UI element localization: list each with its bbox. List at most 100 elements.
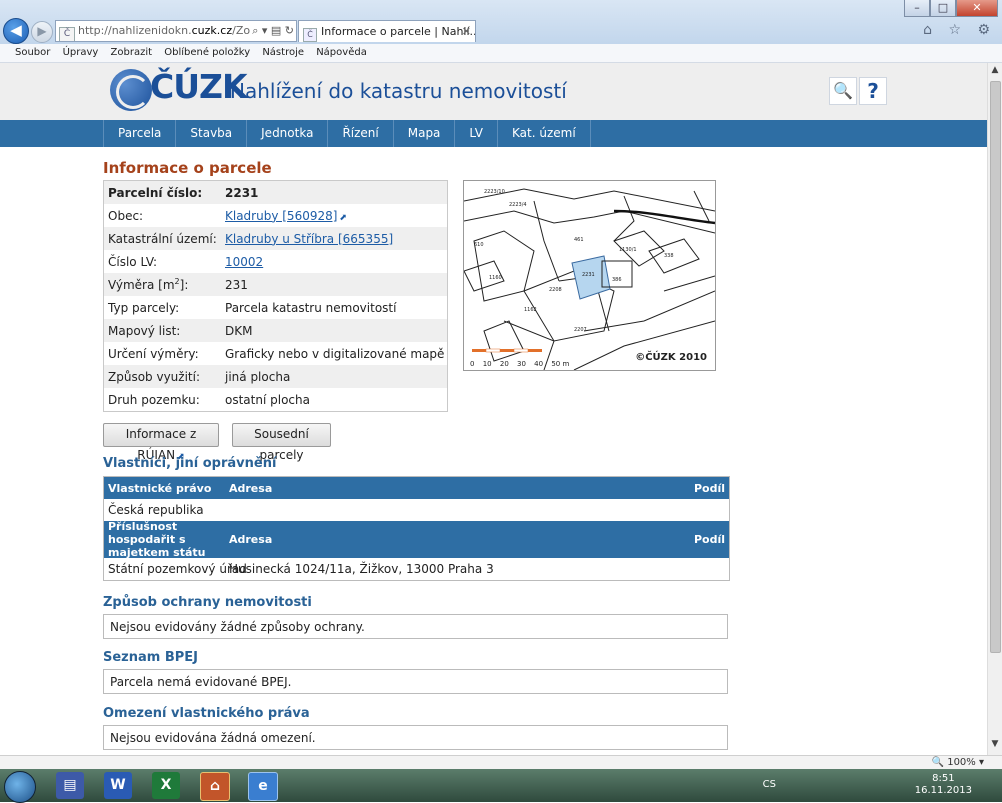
ie-taskbar-icon[interactable]: e — [248, 772, 278, 801]
scroll-up-icon[interactable]: ▲ — [988, 65, 1002, 79]
restrictions-heading: Omezení vlastnického práva — [103, 706, 310, 721]
obec-link[interactable]: Kladruby [560928] — [225, 209, 337, 223]
restrictions-box: Nejsou evidována žádná omezení. — [103, 725, 728, 750]
nav-mapa[interactable]: Mapa — [394, 120, 456, 147]
info-key-text-end: ]: — [179, 278, 189, 292]
info-key: Číslo LV: — [108, 254, 158, 269]
address-prefix: http://nahlizenidokn. — [78, 24, 192, 37]
nav-parcela[interactable]: Parcela — [103, 120, 177, 147]
info-row-parcel-number: Parcelní číslo: 2231 — [104, 181, 447, 204]
neighbors-button[interactable]: Sousední parcely — [232, 423, 331, 462]
menu-bar: Soubor Úpravy Zobrazit Oblíbené položky … — [0, 44, 1002, 63]
svg-text:2223/10: 2223/10 — [484, 189, 505, 195]
browser-tab[interactable]: Č Informace o parcele | Nahlí... ✕ — [298, 20, 476, 42]
globe-logo-icon — [110, 69, 152, 111]
site-title: Nahlížení do katastru nemovitostí — [230, 79, 567, 103]
scale-label: 50 m — [551, 360, 570, 368]
protection-heading: Způsob ochrany nemovitosti — [103, 595, 312, 610]
app-taskbar-icon[interactable]: ⌂ — [200, 772, 230, 801]
tab-title: Informace o parcele | Nahlí... — [321, 25, 476, 38]
info-value: 10002 — [225, 255, 263, 269]
col-header: Vlastnické právo — [108, 481, 212, 495]
language-indicator[interactable]: CS — [763, 779, 776, 790]
protection-box: Nejsou evidovány žádné způsoby ochrany. — [103, 614, 728, 639]
info-key-text: Výměra [m — [108, 278, 175, 292]
owners-header-row: Vlastnické právo Adresa Podíl — [104, 477, 729, 499]
address-bar[interactable]: Čhttp://nahlizenidokn.cuzk.cz/ZobrazOb ⌕… — [55, 20, 297, 42]
forward-button[interactable]: ▶ — [31, 21, 53, 43]
vertical-scrollbar[interactable]: ▲ ▼ — [987, 63, 1002, 755]
tab-close-icon[interactable]: ✕ — [462, 21, 471, 42]
info-row-vymera: Výměra [m2]: 231 — [104, 273, 447, 296]
clock-time: 8:51 — [932, 773, 955, 784]
svg-text:338: 338 — [664, 253, 674, 259]
excel-taskbar-icon[interactable]: X — [152, 772, 180, 799]
maximize-icon[interactable]: □ — [930, 0, 956, 17]
lv-link[interactable]: 10002 — [225, 255, 263, 269]
scale-label: 10 — [482, 360, 492, 368]
map-scale — [472, 348, 542, 353]
address-domain: cuzk.cz — [191, 24, 233, 37]
info-row-obec: Obec: Kladruby [560928] ⬈ — [104, 204, 447, 227]
info-value: DKM — [225, 323, 253, 338]
page-title: Informace o parcele — [103, 159, 272, 177]
explorer-taskbar-icon[interactable]: ▤ — [56, 772, 84, 799]
menu-upravy[interactable]: Úpravy — [63, 44, 99, 61]
site-favicon-icon: Č — [59, 27, 75, 41]
nav-stavba[interactable]: Stavba — [176, 120, 248, 147]
nav-kat-uzemi[interactable]: Kat. území — [498, 120, 591, 147]
svg-text:1130/1: 1130/1 — [619, 247, 637, 253]
owners-heading: Vlastníci, jiní oprávnění — [103, 456, 277, 471]
menu-soubor[interactable]: Soubor — [15, 44, 50, 61]
info-key: Druh pozemku: — [108, 392, 200, 407]
menu-napoveda[interactable]: Nápověda — [316, 44, 367, 61]
ruian-button[interactable]: Informace z RÚIAN ⬈ — [103, 423, 219, 462]
taskbar: ▤ W X ⌂ e CS 8:51 16.11.2013 — [0, 769, 1002, 803]
info-value: ostatní plocha — [225, 392, 310, 407]
nav-lv[interactable]: LV — [455, 120, 498, 147]
info-key: Určení výměry: — [108, 346, 199, 361]
scroll-thumb[interactable] — [990, 81, 1001, 653]
menu-zobrazit[interactable]: Zobrazit — [111, 44, 153, 61]
external-link-icon: ⬈ — [339, 212, 347, 223]
zoom-level[interactable]: 🔍 100% ▾ — [932, 756, 984, 769]
scale-label: 30 — [517, 360, 526, 368]
info-row-mapovy-list: Mapový list: DKM — [104, 319, 447, 342]
zoom-value: 100% — [947, 757, 976, 768]
info-row-vyuziti: Způsob využití: jiná plocha — [104, 365, 447, 388]
word-taskbar-icon[interactable]: W — [104, 772, 132, 799]
nav-rizeni[interactable]: Řízení — [328, 120, 394, 147]
home-favorites-settings-icons[interactable]: ⌂ ☆ ⚙ — [923, 22, 996, 38]
col-header: Adresa — [229, 533, 273, 546]
nav-jednotka[interactable]: Jednotka — [247, 120, 329, 147]
col-header: Podíl — [693, 481, 725, 495]
menu-nastroje[interactable]: Nástroje — [262, 44, 304, 61]
info-row-kat-uzemi: Katastrální území: Kladruby u Stříbra [6… — [104, 227, 447, 250]
minimize-icon[interactable]: – — [904, 0, 930, 17]
info-key: Obec: — [108, 208, 144, 223]
owner-address: Husinecká 1024/11a, Žižkov, 13000 Praha … — [229, 562, 494, 576]
clock[interactable]: 8:51 16.11.2013 — [915, 773, 972, 797]
svg-text:610: 610 — [474, 242, 484, 248]
col-header: Adresa — [229, 481, 273, 495]
scale-label: 40 — [534, 360, 544, 368]
site-header: ČÚZK Nahlížení do katastru nemovitostí 🔍… — [0, 63, 988, 120]
close-icon[interactable]: ✕ — [956, 0, 998, 17]
scale-label: 20 — [499, 360, 509, 368]
info-row-lv: Číslo LV: 10002 — [104, 250, 447, 273]
owner-name: Česká republika — [108, 503, 204, 517]
search-icon[interactable]: 🔍 — [829, 77, 857, 105]
menu-oblibene[interactable]: Oblíbené položky — [164, 44, 250, 61]
svg-text:2207: 2207 — [574, 327, 587, 333]
scroll-down-icon[interactable]: ▼ — [988, 739, 1002, 753]
map-drawing: 2223/10 2223/4 461 2231 386 610 1160 1130/1 33… — [464, 188, 715, 370]
info-value: 2231 — [225, 185, 259, 200]
main-nav: Parcela Stavba Jednotka Řízení Mapa LV K… — [0, 120, 988, 147]
back-button[interactable]: ◀ — [3, 18, 29, 44]
cadastral-map[interactable]: 2223/10 2223/4 461 2231 386 610 1160 1130/1 33… — [463, 180, 716, 371]
help-button[interactable]: ? — [859, 77, 887, 105]
address-tools-icons[interactable]: ⌕ ▾ ▤ ↻ — [250, 21, 294, 40]
kat-uzemi-link[interactable]: Kladruby u Stříbra [665355] — [225, 232, 393, 246]
svg-text:386: 386 — [612, 277, 622, 283]
start-button[interactable] — [4, 771, 36, 803]
